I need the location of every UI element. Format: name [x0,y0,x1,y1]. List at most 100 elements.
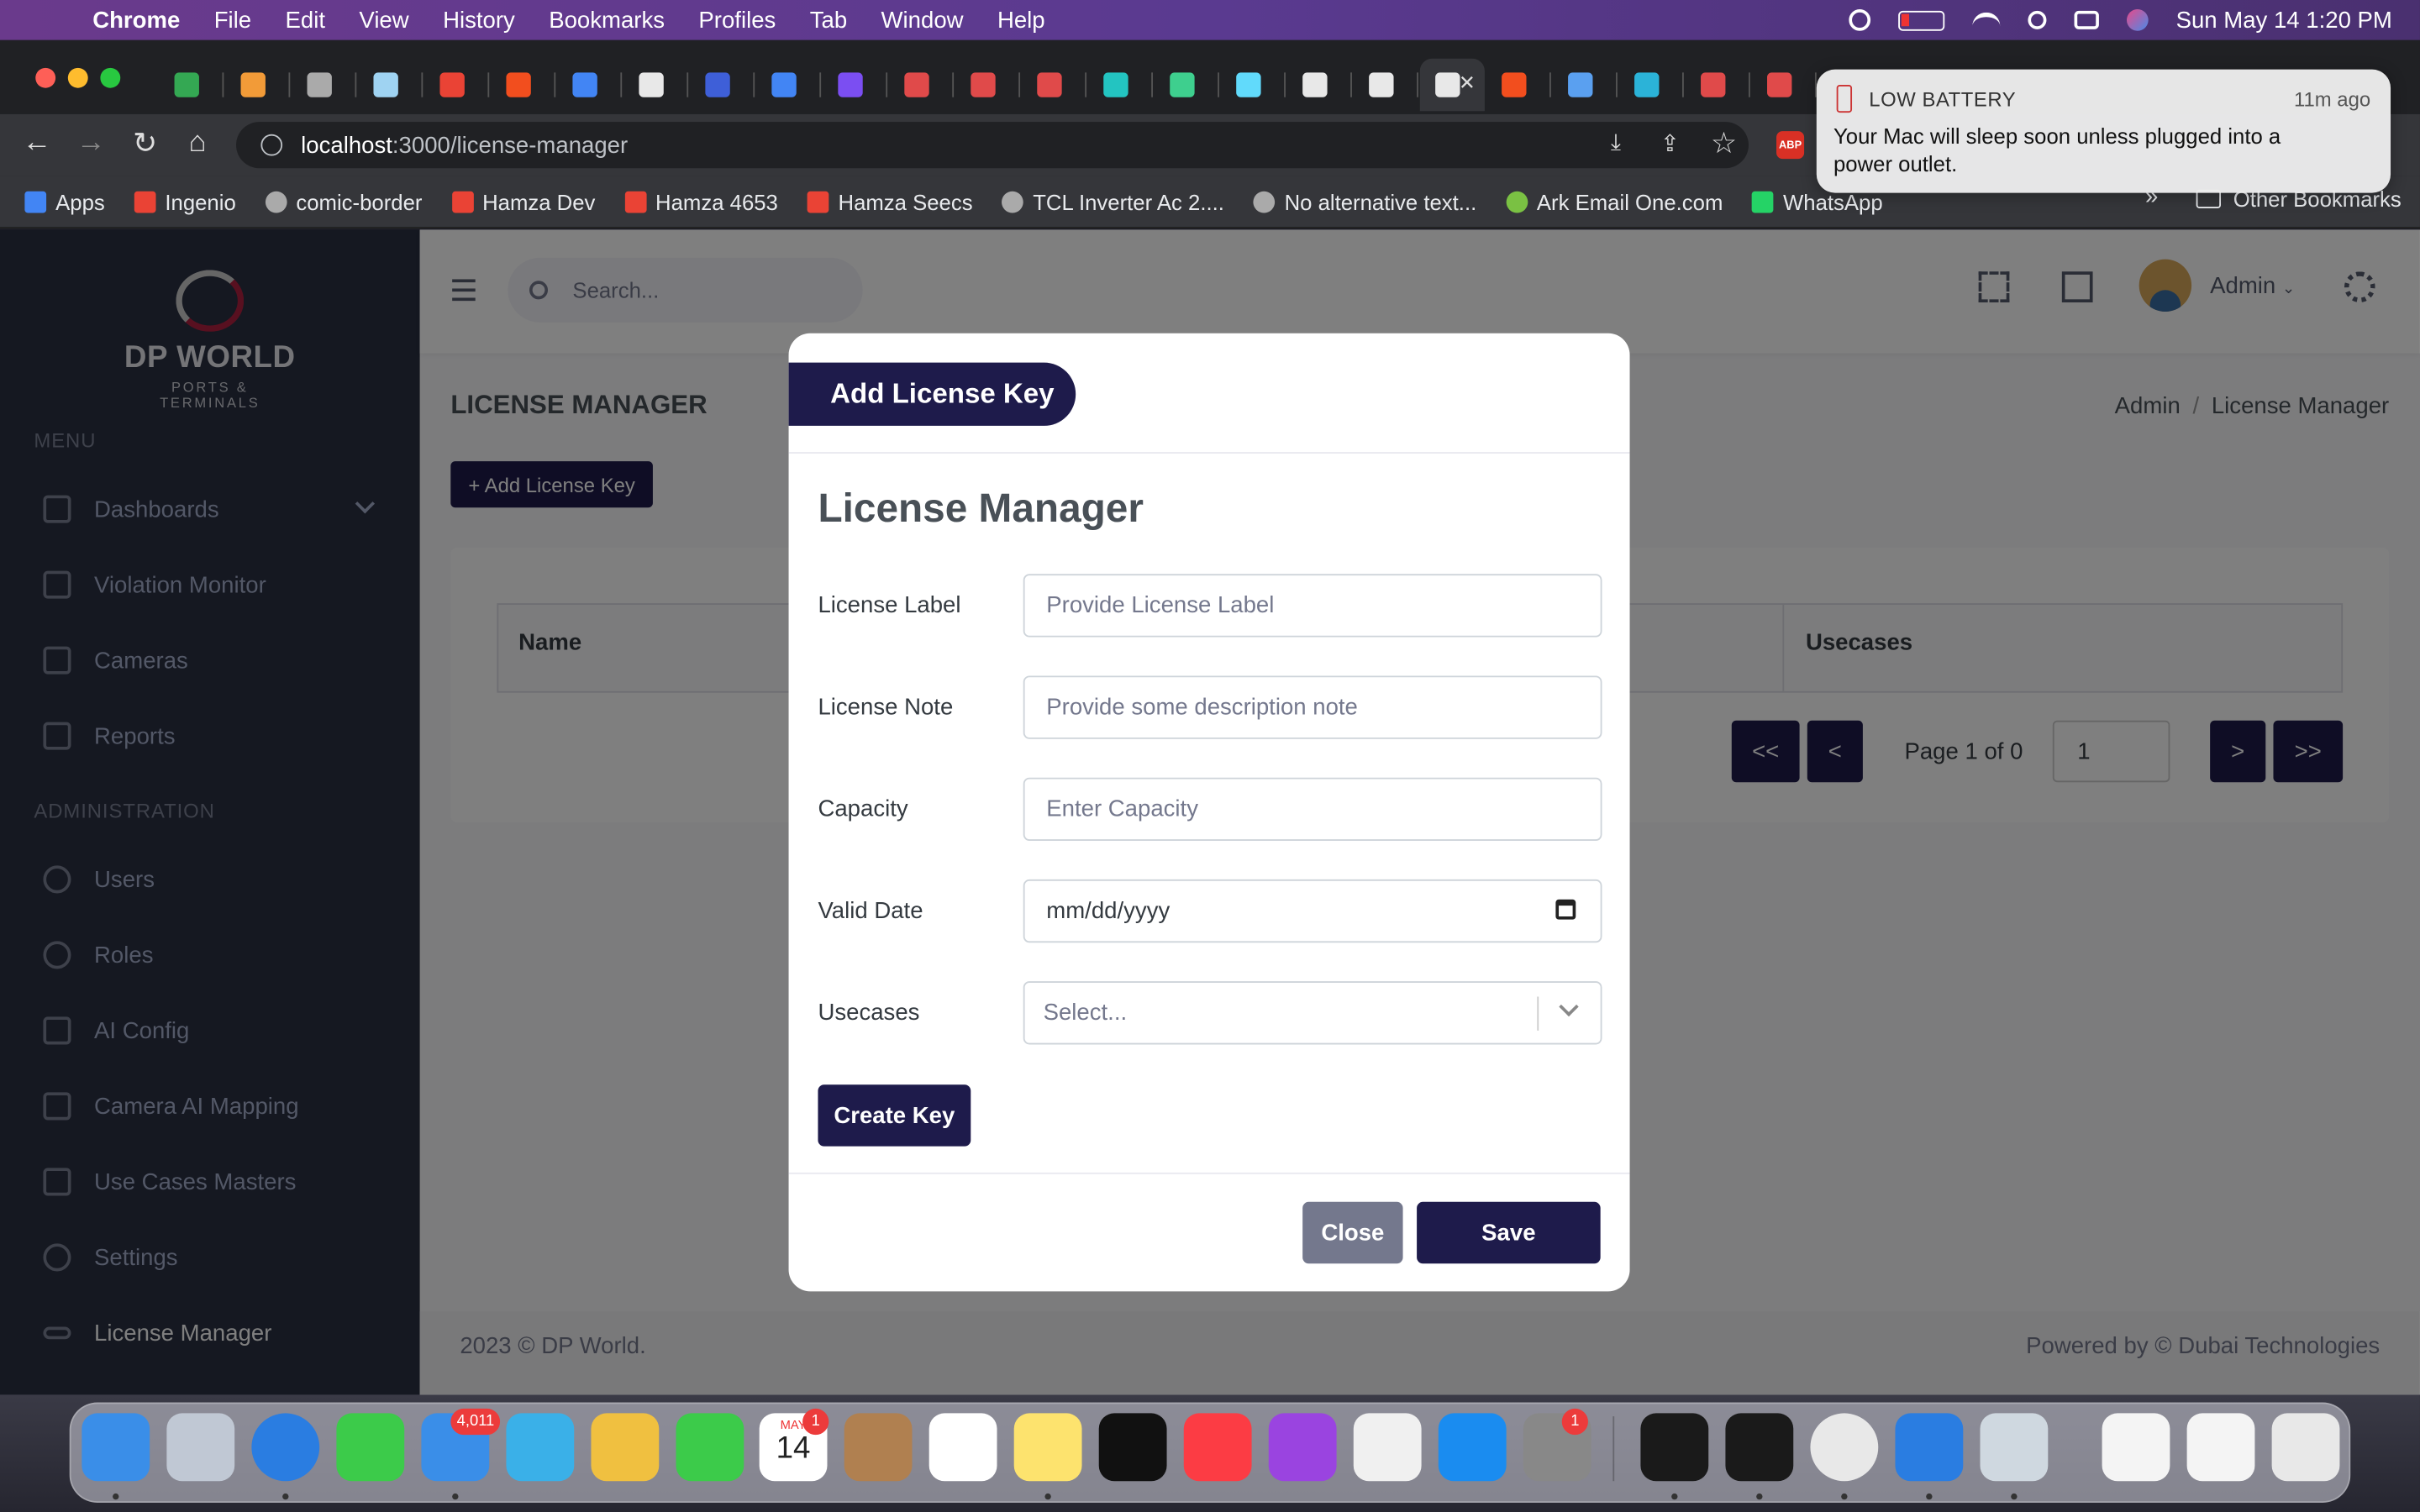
vscode-icon[interactable] [1895,1413,1964,1482]
bookmark-star-icon[interactable]: ☆ [1706,127,1743,162]
menu-datetime[interactable]: Sun May 14 1:20 PM [2176,7,2392,33]
bookmark-favicon-icon [624,190,647,213]
mail-badge: 4,011 [450,1408,501,1436]
save-button[interactable]: Save [1417,1201,1601,1264]
low-battery-notification[interactable]: LOW BATTERY 11m ago Your Mac will sleep … [1816,69,2391,193]
finder-icon[interactable] [82,1413,150,1482]
document-icon[interactable] [2186,1413,2255,1482]
license-label-input[interactable]: Provide License Label [1023,574,1602,638]
notes-icon[interactable] [1013,1413,1082,1482]
browser-tab[interactable] [1221,59,1286,111]
browser-tab[interactable] [1155,59,1219,111]
bookmark-item[interactable]: Hamza 4653 [624,189,778,213]
browser-tab[interactable] [1752,59,1817,111]
bookmark-item[interactable]: No alternative text... [1253,189,1476,213]
menu-tab[interactable]: Tab [810,7,847,33]
facetime-icon[interactable] [676,1413,744,1482]
menu-edit[interactable]: Edit [286,7,325,33]
menu-window[interactable]: Window [881,7,964,33]
trash-icon[interactable] [2271,1413,2340,1482]
safari-icon[interactable] [251,1413,320,1482]
bookmark-item[interactable]: TCL Inverter Ac 2.... [1002,189,1224,213]
podcasts-icon[interactable] [1268,1413,1337,1482]
menu-history[interactable]: History [443,7,515,33]
license-note-input[interactable]: Provide some description note [1023,675,1602,739]
capacity-input[interactable]: Enter Capacity [1023,777,1602,842]
close-button[interactable]: Close [1302,1201,1403,1264]
create-key-button[interactable]: Create Key [818,1084,971,1147]
window-minimize-button[interactable] [67,67,88,88]
news-icon[interactable] [1353,1413,1422,1482]
browser-tab[interactable] [1686,59,1750,111]
spotlight-icon[interactable] [2028,10,2047,29]
browser-tab[interactable] [159,59,224,111]
tab-close-icon[interactable]: ✕ [1459,71,1476,95]
browser-tab[interactable] [1619,59,1684,111]
bookmark-item[interactable]: Apps [24,189,105,213]
bookmark-item[interactable]: comic-border [265,189,422,213]
browser-tab[interactable] [1088,59,1154,111]
browser-tab[interactable] [424,59,490,111]
back-icon[interactable]: ← [18,127,55,160]
bookmark-item[interactable]: Hamza Seecs [807,189,973,213]
messages-icon[interactable] [336,1413,405,1482]
bookmark-item[interactable]: Ark Email One.com [1506,189,1723,213]
battery-icon[interactable] [1897,9,1945,30]
menu-help[interactable]: Help [997,7,1045,33]
adblock-icon[interactable]: ABP [1776,131,1805,160]
browser-tab[interactable] [756,59,822,111]
browser-tab[interactable]: ✕ [1419,58,1485,112]
control-center-icon[interactable] [2074,10,2099,29]
app-icon[interactable] [2102,1413,2170,1482]
contacts-icon[interactable] [844,1413,913,1482]
browser-tab[interactable] [1354,59,1418,111]
terminal-icon[interactable] [1640,1413,1709,1482]
forward-icon[interactable]: → [72,127,109,160]
browser-tab[interactable] [623,59,689,111]
reminders-icon[interactable] [929,1413,997,1482]
address-bar[interactable]: localhost:3000/license-manager [236,122,1749,169]
window-zoom-button[interactable] [100,67,121,88]
music-icon[interactable] [1183,1413,1252,1482]
window-close-button[interactable] [35,67,56,88]
wifi-icon[interactable] [1972,12,2001,28]
play-icon[interactable] [1849,9,1870,31]
chrome-icon[interactable] [1810,1413,1879,1482]
home-icon[interactable]: ⌂ [179,127,216,160]
browser-tab[interactable] [225,59,291,111]
browser-tab[interactable] [1486,59,1551,111]
menu-app-name[interactable]: Chrome [92,7,180,33]
bookmark-item[interactable]: Ingenio [134,189,236,213]
activity-monitor-icon[interactable] [1725,1413,1794,1482]
browser-tab[interactable] [358,59,424,111]
share-icon[interactable]: ⇪ [1651,129,1688,157]
valid-date-input[interactable]: mm/dd/yyyy [1023,879,1602,943]
browser-tab[interactable] [292,59,357,111]
usecases-select[interactable]: Select... [1023,981,1602,1045]
menu-profiles[interactable]: Profiles [698,7,776,33]
preview-icon[interactable] [1980,1413,2049,1482]
browser-tab[interactable] [889,59,955,111]
chevron-down-icon[interactable] [1559,996,1579,1017]
maps-icon[interactable] [506,1413,575,1482]
browser-tab[interactable] [1022,59,1087,111]
menu-file[interactable]: File [214,7,251,33]
photos-icon[interactable] [591,1413,660,1482]
menu-view[interactable]: View [359,7,408,33]
bookmark-item[interactable]: Hamza Dev [451,189,595,213]
siri-icon[interactable] [2126,9,2149,31]
calendar-icon[interactable] [1555,899,1576,920]
menu-bookmarks[interactable]: Bookmarks [549,7,665,33]
app-store-icon[interactable] [1438,1413,1507,1482]
reload-icon[interactable]: ↻ [127,127,164,162]
browser-tab[interactable] [1287,59,1352,111]
browser-tab[interactable] [557,59,623,111]
browser-tab[interactable] [823,59,888,111]
browser-tab[interactable] [955,59,1021,111]
browser-tab[interactable] [690,59,755,111]
browser-tab[interactable] [1553,59,1618,111]
tv-icon[interactable] [1098,1413,1167,1482]
install-icon[interactable]: ⤓ [1597,129,1634,155]
launchpad-icon[interactable] [166,1413,235,1482]
browser-tab[interactable] [491,59,556,111]
